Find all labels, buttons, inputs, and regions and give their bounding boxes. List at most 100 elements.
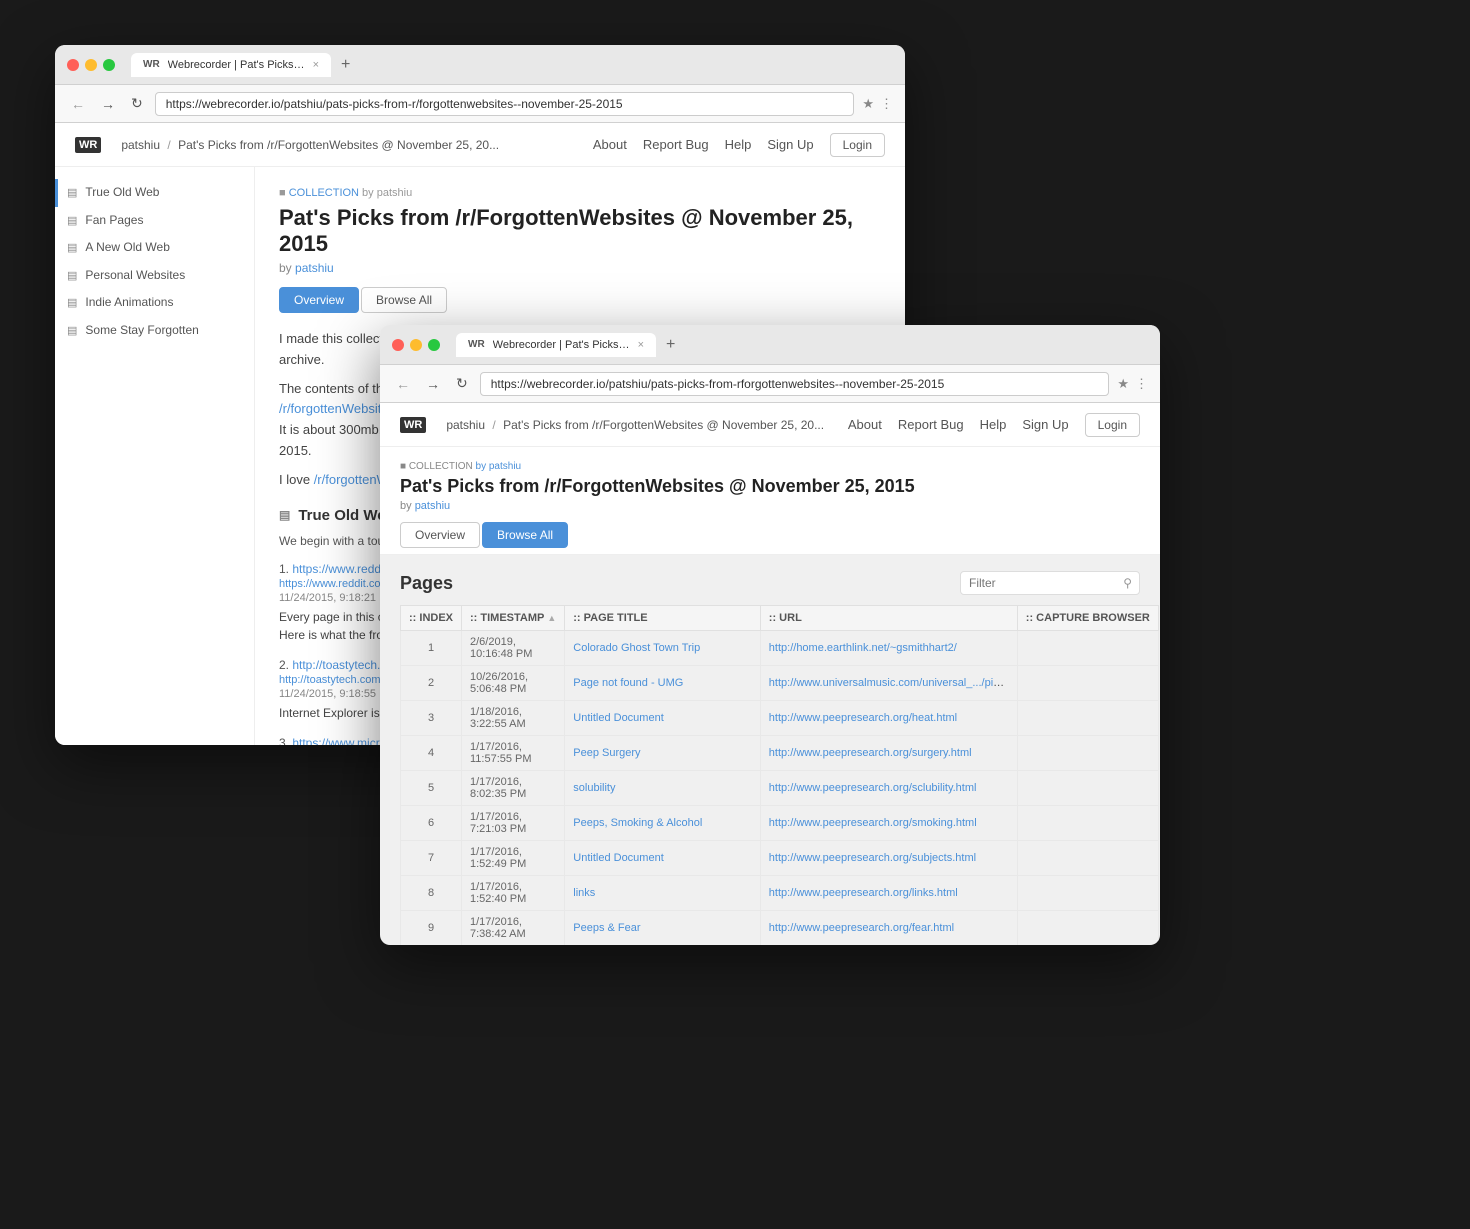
url-link[interactable]: http://home.earthlink.net/~gsmithhart2/ — [769, 642, 957, 654]
filter-input[interactable] — [960, 571, 1140, 595]
url-link[interactable]: http://www.universalmusic.com/universal_… — [769, 677, 1009, 689]
cell-title[interactable]: links — [565, 876, 761, 911]
cell-url[interactable]: http://www.peepresearch.org/sclubility.h… — [760, 771, 1017, 806]
author-link-1[interactable]: patshiu — [295, 261, 334, 275]
th-timestamp[interactable]: :: TIMESTAMP ▲ — [462, 606, 565, 631]
url-link[interactable]: http://www.peepresearch.org/surgery.html — [769, 747, 972, 759]
report-bug-link-1[interactable]: Report Bug — [643, 137, 709, 152]
back-button-1[interactable]: ← — [67, 94, 89, 114]
overview-tab-2[interactable]: Overview — [400, 522, 480, 548]
menu-icon-1[interactable]: ⋮ — [880, 96, 893, 112]
signup-link-2[interactable]: Sign Up — [1022, 417, 1068, 432]
title-link[interactable]: links — [573, 887, 595, 899]
cell-title[interactable]: Page not found - UMG — [565, 666, 761, 701]
wr-logo-box-2: WR — [400, 417, 426, 433]
cell-url[interactable]: http://www.peepresearch.org/heat.html — [760, 701, 1017, 736]
url-link[interactable]: http://www.peepresearch.org/fear.html — [769, 922, 954, 934]
login-button-2[interactable]: Login — [1085, 413, 1140, 437]
th-browser[interactable]: :: CAPTURE BROWSER — [1017, 606, 1158, 631]
wr-logo-1[interactable]: WR — [75, 137, 101, 153]
help-link-2[interactable]: Help — [980, 417, 1007, 432]
cell-title[interactable]: Colorado Ghost Town Trip — [565, 631, 761, 666]
cell-title[interactable]: Peeps & Fear — [565, 911, 761, 946]
login-button-1[interactable]: Login — [830, 133, 885, 157]
sidebar-item-true-old-web[interactable]: ▤ True Old Web — [55, 179, 254, 207]
cell-title[interactable]: solubility — [565, 771, 761, 806]
active-tab-2[interactable]: WR Webrecorder | Pat's Picks fro... × — [456, 333, 656, 357]
sidebar-1: ▤ True Old Web ▤ Fan Pages ▤ A New Old W… — [55, 167, 255, 745]
bookmark-icon-2[interactable]: ★ — [1117, 376, 1129, 392]
tab-close-2[interactable]: × — [638, 339, 644, 351]
about-link-1[interactable]: About — [593, 137, 627, 152]
cell-url[interactable]: http://www.peepresearch.org/surgery.html — [760, 736, 1017, 771]
active-tab-1[interactable]: WR Webrecorder | Pat's Picks fro... × — [131, 53, 331, 77]
sidebar-item-some-stay-forgotten[interactable]: ▤ Some Stay Forgotten — [55, 317, 254, 345]
th-url[interactable]: :: URL — [760, 606, 1017, 631]
title-link[interactable]: solubility — [573, 782, 615, 794]
browse-all-tab-2[interactable]: Browse All — [482, 522, 568, 548]
sidebar-icon-3: ▤ — [67, 241, 77, 255]
maximize-button-1[interactable] — [103, 59, 115, 71]
cell-url[interactable]: http://www.peepresearch.org/subjects.htm… — [760, 841, 1017, 876]
menu-icon-2[interactable]: ⋮ — [1135, 376, 1148, 392]
cell-title[interactable]: Peep Surgery — [565, 736, 761, 771]
address-bar-2: ← → ↻ ★ ⋮ — [380, 365, 1160, 403]
maximize-button-2[interactable] — [428, 339, 440, 351]
cell-url[interactable]: http://www.peepresearch.org/links.html — [760, 876, 1017, 911]
refresh-button-2[interactable]: ↻ — [452, 373, 472, 394]
sidebar-item-indie-animations[interactable]: ▤ Indie Animations — [55, 289, 254, 317]
title-link[interactable]: Untitled Document — [573, 852, 664, 864]
title-link[interactable]: Colorado Ghost Town Trip — [573, 642, 700, 654]
url-link[interactable]: http://www.peepresearch.org/subjects.htm… — [769, 852, 976, 864]
breadcrumb-user-2[interactable]: patshiu — [446, 418, 485, 432]
cell-title[interactable]: Peeps, Smoking & Alcohol — [565, 806, 761, 841]
cell-url[interactable]: http://www.universalmusic.com/universal_… — [760, 666, 1017, 701]
close-button-2[interactable] — [392, 339, 404, 351]
title-link[interactable]: Peep Surgery — [573, 747, 640, 759]
forward-button-2[interactable]: → — [422, 374, 444, 394]
th-title[interactable]: :: PAGE TITLE — [565, 606, 761, 631]
about-link-2[interactable]: About — [848, 417, 882, 432]
back-button-2[interactable]: ← — [392, 374, 414, 394]
title-link[interactable]: Page not found - UMG — [573, 677, 683, 689]
report-bug-link-2[interactable]: Report Bug — [898, 417, 964, 432]
breadcrumb-user-1[interactable]: patshiu — [121, 138, 160, 152]
table-row: 5 1/17/2016, 8:02:35 PM solubility http:… — [401, 771, 1159, 806]
new-tab-button-1[interactable]: + — [335, 56, 356, 74]
tab-close-1[interactable]: × — [313, 59, 319, 71]
url-link[interactable]: http://www.peepresearch.org/sclubility.h… — [769, 782, 977, 794]
title-link[interactable]: Untitled Document — [573, 712, 664, 724]
url-link[interactable]: http://www.peepresearch.org/heat.html — [769, 712, 957, 724]
minimize-button-1[interactable] — [85, 59, 97, 71]
minimize-button-2[interactable] — [410, 339, 422, 351]
help-link-1[interactable]: Help — [725, 137, 752, 152]
cell-title[interactable]: Untitled Document — [565, 701, 761, 736]
url-link[interactable]: http://www.peepresearch.org/smoking.html — [769, 817, 977, 829]
title-link[interactable]: Peeps & Fear — [573, 922, 640, 934]
signup-link-1[interactable]: Sign Up — [767, 137, 813, 152]
cell-url[interactable]: http://www.peepresearch.org/fear.html — [760, 911, 1017, 946]
wr-logo-2[interactable]: WR — [400, 417, 426, 433]
browse-all-tab-1[interactable]: Browse All — [361, 287, 447, 313]
breadcrumb-page-1[interactable]: Pat's Picks from /r/ForgottenWebsites @ … — [178, 138, 499, 152]
new-tab-button-2[interactable]: + — [660, 336, 681, 354]
sidebar-item-personal-websites[interactable]: ▤ Personal Websites — [55, 262, 254, 290]
bookmark-icon-1[interactable]: ★ — [862, 96, 874, 112]
breadcrumb-page-2[interactable]: Pat's Picks from /r/ForgottenWebsites @ … — [503, 418, 824, 432]
refresh-button-1[interactable]: ↻ — [127, 93, 147, 114]
address-input-1[interactable] — [155, 92, 855, 116]
th-index[interactable]: :: INDEX — [401, 606, 462, 631]
sidebar-item-new-old-web[interactable]: ▤ A New Old Web — [55, 234, 254, 262]
address-input-2[interactable] — [480, 372, 1110, 396]
author-link-2[interactable]: patshiu — [415, 500, 450, 512]
forgotten-link-1[interactable]: /r/forgottenWebsites — [279, 401, 395, 416]
overview-tab-1[interactable]: Overview — [279, 287, 359, 313]
close-button-1[interactable] — [67, 59, 79, 71]
cell-url[interactable]: http://www.peepresearch.org/smoking.html — [760, 806, 1017, 841]
cell-url[interactable]: http://home.earthlink.net/~gsmithhart2/ — [760, 631, 1017, 666]
url-link[interactable]: http://www.peepresearch.org/links.html — [769, 887, 958, 899]
forward-button-1[interactable]: → — [97, 94, 119, 114]
title-link[interactable]: Peeps, Smoking & Alcohol — [573, 817, 702, 829]
sidebar-item-fan-pages[interactable]: ▤ Fan Pages — [55, 207, 254, 235]
cell-title[interactable]: Untitled Document — [565, 841, 761, 876]
